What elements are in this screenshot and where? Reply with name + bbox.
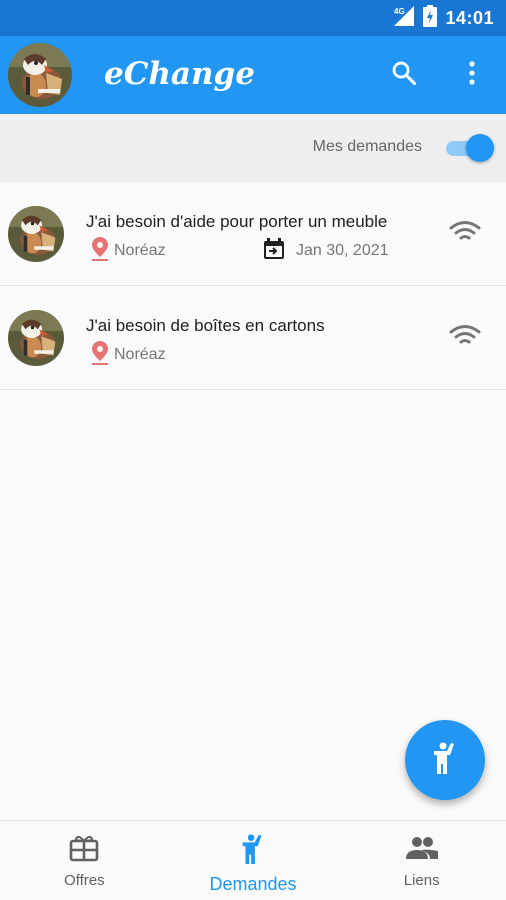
more-options-button[interactable] bbox=[452, 55, 492, 95]
request-location: Noréaz bbox=[114, 242, 166, 259]
nav-label: Offres bbox=[64, 872, 105, 889]
signal-4g-icon: 4G bbox=[393, 5, 415, 32]
battery-charging-icon bbox=[423, 4, 438, 32]
request-date: Jan 30, 2021 bbox=[296, 242, 389, 259]
request-list: J'ai besoin d'aide pour porter un meuble… bbox=[0, 182, 506, 390]
my-requests-label: Mes demandes bbox=[312, 138, 422, 155]
nav-item-liens[interactable]: Liens bbox=[337, 821, 506, 900]
request-title: J'ai besoin de boîtes en cartons bbox=[86, 316, 325, 335]
more-vert-icon bbox=[460, 59, 484, 92]
app-bar: eChange bbox=[0, 36, 506, 114]
status-time: 14:01 bbox=[445, 7, 494, 28]
gift-icon bbox=[69, 833, 99, 868]
hand-raised-person-icon bbox=[238, 833, 268, 870]
location-pin-icon bbox=[90, 340, 110, 371]
request-location: Noréaz bbox=[114, 346, 166, 363]
svg-text:4G: 4G bbox=[394, 7, 405, 16]
request-title: J'ai besoin d'aide pour porter un meuble bbox=[86, 212, 388, 231]
nav-item-offres[interactable]: Offres bbox=[0, 821, 169, 900]
nav-label: Liens bbox=[403, 872, 440, 889]
location-pin-icon bbox=[90, 236, 110, 267]
filter-bar: Mes demandes bbox=[0, 114, 506, 182]
list-item[interactable]: J'ai besoin de boîtes en cartons Noréaz bbox=[0, 286, 506, 390]
bottom-nav: Offres Demandes Liens bbox=[0, 820, 506, 900]
people-icon bbox=[405, 833, 439, 868]
search-button[interactable] bbox=[384, 55, 424, 95]
hand-raised-person-icon bbox=[430, 741, 460, 780]
calendar-icon bbox=[262, 237, 286, 266]
profile-avatar[interactable] bbox=[8, 43, 72, 107]
nav-item-demandes[interactable]: Demandes bbox=[169, 821, 338, 900]
wifi-icon bbox=[448, 218, 482, 248]
request-meta: Noréaz bbox=[90, 340, 410, 371]
wifi-icon bbox=[448, 322, 482, 352]
status-bar: 4G 14:01 bbox=[0, 0, 506, 36]
nav-label: Demandes bbox=[209, 874, 297, 894]
add-request-fab[interactable] bbox=[405, 720, 485, 800]
avatar bbox=[8, 310, 64, 366]
toggle-thumb bbox=[466, 134, 494, 162]
app-title: eChange bbox=[104, 56, 255, 92]
list-item[interactable]: J'ai besoin d'aide pour porter un meuble… bbox=[0, 182, 506, 286]
avatar bbox=[8, 206, 64, 262]
request-meta: Noréaz Jan 30, 2021 bbox=[90, 236, 410, 267]
search-icon bbox=[390, 59, 418, 92]
my-requests-toggle[interactable] bbox=[442, 134, 494, 162]
